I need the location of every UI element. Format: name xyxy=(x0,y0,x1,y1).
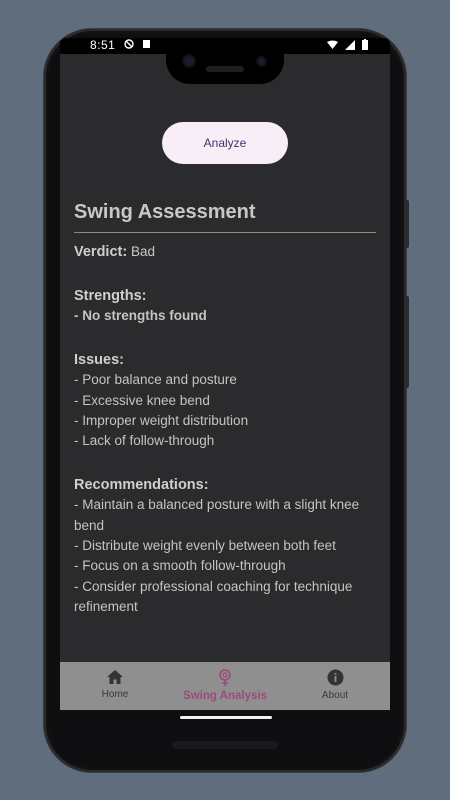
recommendation-item: - Consider professional coaching for tec… xyxy=(74,578,353,594)
dnd-icon xyxy=(124,39,134,49)
home-icon xyxy=(107,670,123,684)
nav-item-home[interactable]: Home xyxy=(60,662,170,710)
nav-item-about[interactable]: About xyxy=(280,662,390,710)
recommendations-heading: Recommendations: xyxy=(74,477,209,494)
front-sensor xyxy=(258,58,265,65)
verdict-value: Bad xyxy=(130,244,155,259)
camera-notch xyxy=(166,38,284,84)
verdict-row: Verdict: Bad xyxy=(74,242,378,262)
analyze-button[interactable]: Analyze xyxy=(162,122,288,164)
sim-icon xyxy=(143,40,150,48)
recommendation-item: refinement xyxy=(74,598,138,614)
status-left-icons xyxy=(124,39,151,49)
status-time: 8:51 xyxy=(90,38,116,52)
title-divider xyxy=(74,232,376,233)
strengths-heading: Strengths: xyxy=(74,288,147,304)
assessment-panel: Swing Assessment Verdict: Bad Strengths:… xyxy=(74,198,378,617)
issue-item: - Improper weight distribution xyxy=(74,412,249,428)
bottom-speaker xyxy=(172,741,278,749)
signal-icon xyxy=(345,39,355,50)
system-nav-bar xyxy=(60,710,390,712)
recommendation-item: - Distribute weight evenly between both … xyxy=(74,538,336,554)
assessment-title: Swing Assessment xyxy=(74,201,256,223)
nav-label-about: About xyxy=(321,690,349,701)
earpiece-speaker xyxy=(206,66,244,72)
strength-item: - No strengths found xyxy=(74,308,207,323)
wifi-icon xyxy=(327,40,338,49)
nav-item-swing-analysis[interactable]: Swing Analysis xyxy=(170,662,280,710)
status-right-icons xyxy=(327,39,368,50)
info-icon xyxy=(327,669,343,686)
issues-heading: Issues: xyxy=(74,352,124,369)
bottom-navigation: Home Swing Analysis About xyxy=(60,662,390,710)
issue-item: - Lack of follow-through xyxy=(74,433,215,449)
front-camera xyxy=(184,56,194,66)
volume-button xyxy=(405,296,409,388)
battery-icon xyxy=(362,39,368,50)
issue-item: - Poor balance and posture xyxy=(74,372,237,388)
swing-analysis-icon xyxy=(219,669,231,686)
recommendation-item: - Focus on a smooth follow-through xyxy=(74,558,286,574)
nav-label-home: Home xyxy=(101,689,129,700)
power-button xyxy=(405,200,409,248)
nav-label-swing-analysis: Swing Analysis xyxy=(183,690,267,702)
app-screen: 8:51 Analyze Swing Assessment Verdict: B… xyxy=(60,38,390,712)
issue-item: - Excessive knee bend xyxy=(74,392,210,408)
recommendation-item: bend xyxy=(74,517,105,533)
home-indicator[interactable] xyxy=(180,716,272,719)
verdict-label: Verdict: xyxy=(74,244,128,260)
recommendation-item: - Maintain a balanced posture with a sli… xyxy=(74,497,360,513)
